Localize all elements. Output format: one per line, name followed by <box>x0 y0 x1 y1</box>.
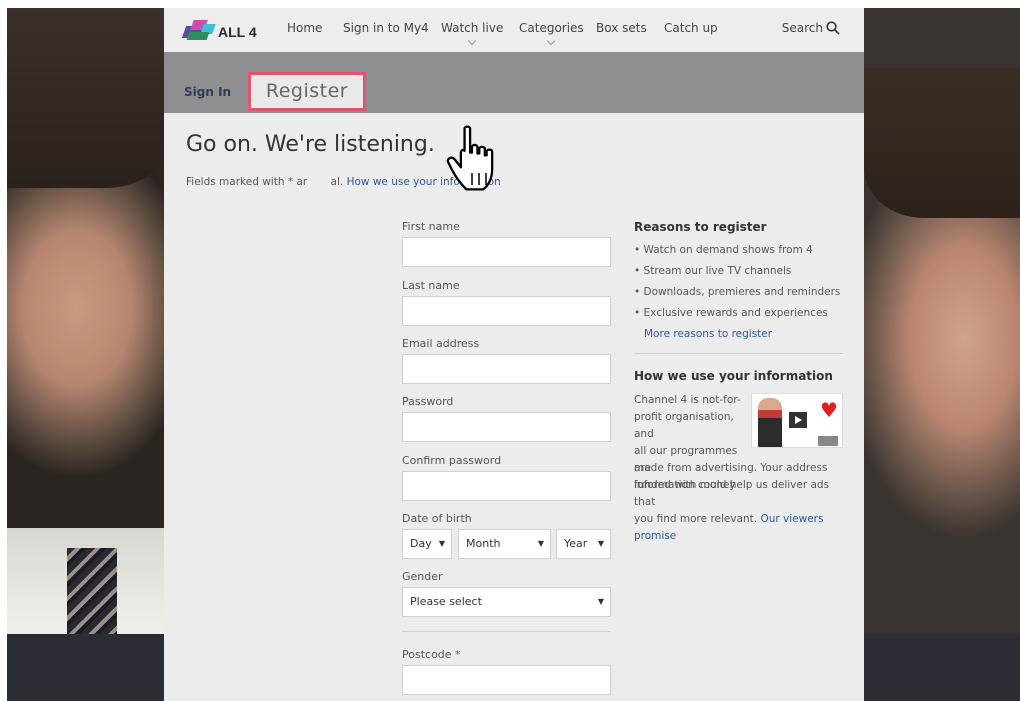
dob-year-select[interactable]: Year ▼ <box>556 529 611 559</box>
page-title: Go on. We're listening. <box>186 132 435 157</box>
confirm-password-label: Confirm password <box>402 454 502 467</box>
magnifier-icon <box>826 21 840 35</box>
info-line: profit organisation, and <box>634 411 734 440</box>
background-image-right <box>864 8 1020 701</box>
promo-video-thumbnail[interactable]: ♥ <box>751 393 843 448</box>
nav-box-sets[interactable]: Box sets <box>596 21 647 35</box>
reason-text: Downloads, premieres and reminders <box>643 286 841 298</box>
info-paragraph-bottom: made from advertising. Your address info… <box>634 460 849 545</box>
note-text-mid-a: ar <box>296 176 308 188</box>
gender-label: Gender <box>402 570 443 583</box>
top-navigation: ALL 4 Home Sign in to My4 Watch live Cat… <box>164 8 864 52</box>
gender-select[interactable]: Please select ▼ <box>402 587 611 617</box>
tab-sign-in[interactable]: Sign In <box>184 85 231 99</box>
dob-year-value: Year <box>564 537 588 550</box>
nav-catch-up[interactable]: Catch up <box>664 21 718 35</box>
nav-watch-live-label: Watch live <box>441 21 504 35</box>
reason-text: Exclusive rewards and experiences <box>643 307 828 319</box>
nav-watch-live[interactable]: Watch live <box>441 21 504 46</box>
postcode-label-text: Postcode <box>402 648 452 661</box>
reason-text: Watch on demand shows from 4 <box>643 244 813 256</box>
last-name-field[interactable] <box>402 296 611 326</box>
screen-frame: ALL 4 Home Sign in to My4 Watch live Cat… <box>7 8 1020 701</box>
email-label: Email address <box>402 337 480 350</box>
nav-categories[interactable]: Categories <box>519 21 584 46</box>
first-name-field[interactable] <box>402 237 611 267</box>
play-icon <box>789 412 807 428</box>
postcode-field[interactable] <box>402 665 611 695</box>
note-star: * <box>287 176 294 188</box>
gender-value: Please select <box>410 595 482 608</box>
chevron-down-icon <box>547 36 556 46</box>
info-line: made from advertising. Your address <box>634 462 828 474</box>
search-label: Search <box>781 21 823 35</box>
triangle-down-icon: ▼ <box>537 539 544 548</box>
all4-logo[interactable]: ALL 4 <box>181 18 264 44</box>
confirm-password-field[interactable] <box>402 471 611 501</box>
site-panel: ALL 4 Home Sign in to My4 Watch live Cat… <box>164 8 864 701</box>
triangle-down-icon: ▼ <box>597 539 604 548</box>
reason-item: • Downloads, premieres and reminders <box>634 286 841 298</box>
triangle-down-icon: ▼ <box>597 597 604 606</box>
reasons-title: Reasons to register <box>634 220 767 234</box>
info-line: Channel 4 is not-for- <box>634 394 741 406</box>
date-of-birth-label: Date of birth <box>402 512 472 525</box>
note-text-mid-b: al. <box>330 176 344 188</box>
nav-categories-label: Categories <box>519 21 584 35</box>
sidebar-divider <box>634 353 843 354</box>
logo-text: ALL 4 <box>218 24 257 40</box>
background-image-left <box>7 8 165 701</box>
more-reasons-link[interactable]: More reasons to register <box>644 328 772 340</box>
info-line-last: you find more relevant. Our viewers prom… <box>634 511 849 545</box>
password-label: Password <box>402 395 454 408</box>
dob-month-value: Month <box>466 537 501 550</box>
info-title: How we use your information <box>634 369 833 383</box>
info-line: information could help us deliver ads th… <box>634 479 830 508</box>
dob-month-select[interactable]: Month ▼ <box>458 529 551 559</box>
postcode-label: Postcode * <box>402 648 461 661</box>
last-name-label: Last name <box>402 279 460 292</box>
postcode-required-marker: * <box>455 648 461 661</box>
nav-home[interactable]: Home <box>287 21 322 35</box>
reason-item: • Stream our live TV channels <box>634 265 792 277</box>
reason-item: • Watch on demand shows from 4 <box>634 244 813 256</box>
first-name-label: First name <box>402 220 460 233</box>
form-divider <box>402 631 611 632</box>
reason-text: Stream our live TV channels <box>643 265 792 277</box>
email-field[interactable] <box>402 354 611 384</box>
dob-day-select[interactable]: Day ▼ <box>402 529 452 559</box>
dob-day-value: Day <box>410 537 432 550</box>
chevron-down-icon <box>467 36 477 46</box>
reason-item: • Exclusive rewards and experiences <box>634 307 828 319</box>
hand-pointer-icon <box>446 125 494 191</box>
password-field[interactable] <box>402 412 611 442</box>
nav-sign-in-my4[interactable]: Sign in to My4 <box>343 21 429 35</box>
tab-register[interactable]: Register <box>248 72 366 111</box>
note-text-start: Fields marked with <box>186 176 285 188</box>
triangle-down-icon: ▼ <box>438 539 445 548</box>
info-line: you find more relevant. <box>634 513 758 525</box>
account-tabs-bar: Sign In Register <box>164 52 864 113</box>
search-button[interactable]: Search <box>782 21 840 35</box>
